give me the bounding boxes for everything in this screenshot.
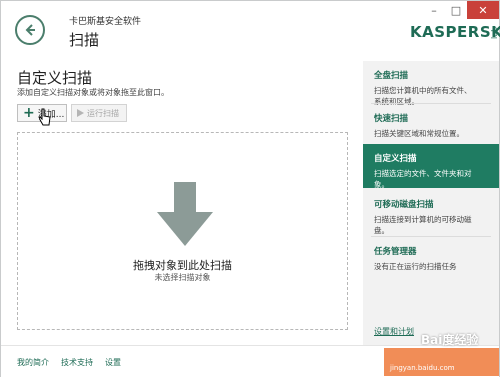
sidebar-item-removable-scan[interactable]: 可移动磁盘扫描 扫描连接到计算机的可移动磁 盘。	[363, 190, 499, 236]
sidebar-item-title: 快速扫描	[374, 114, 409, 124]
footer-link-settings[interactable]: 设置	[105, 357, 121, 368]
arrow-down-icon	[157, 182, 213, 246]
sidebar-item-full-scan[interactable]: 全盘扫描 扫描您计算机中的所有文件、 系统和区域。	[363, 61, 499, 106]
sidebar-item-custom-scan[interactable]: 自定义扫描 扫描选定的文件、文件夹和对 象。	[363, 144, 499, 189]
footer-link-support[interactable]: 技术支持	[61, 357, 93, 368]
drop-zone[interactable]: 拖拽对象到此处扫描 未选择扫描对象	[17, 132, 348, 330]
window-controls: – □ ✕	[423, 1, 499, 23]
restore-button[interactable]: □	[445, 1, 467, 19]
watermark-title: Bai度经验	[421, 333, 479, 347]
page-title: 扫描	[69, 31, 100, 49]
section-description: 添加自定义扫描对象或将对象拖至此窗口。	[17, 88, 169, 97]
footer-link-profile[interactable]: 我的简介	[17, 357, 49, 368]
mouse-cursor-icon	[39, 108, 51, 126]
play-icon	[77, 109, 84, 117]
app-subtitle: 卡巴斯基安全软件	[69, 17, 142, 27]
sidebar-item-desc: 扫描连接到计算机的可移动磁 盘。	[374, 215, 472, 235]
minimize-button[interactable]: –	[423, 1, 445, 19]
section-title: 自定义扫描	[17, 69, 93, 87]
sidebar-item-desc: 没有正在运行的扫描任务	[374, 262, 457, 271]
kaspersky-logo: KASPERSKY	[410, 23, 500, 41]
arrow-left-icon	[25, 24, 35, 36]
sidebar-item-desc: 扫描选定的文件、文件夹和对 象。	[374, 169, 472, 189]
drop-zone-subtitle: 未选择扫描对象	[154, 273, 211, 282]
sidebar-item-title: 全盘扫描	[374, 71, 409, 81]
app-window: 卡巴斯基安全软件 扫描 KASPERSKY lab – □ ✕ 自定义扫描 添加…	[0, 0, 500, 377]
sidebar-item-desc: 扫描关键区域和常规位置。	[374, 129, 464, 138]
drop-zone-title: 拖拽对象到此处扫描	[133, 259, 232, 272]
sidebar-item-quick-scan[interactable]: 快速扫描 扫描关键区域和常规位置。	[363, 104, 499, 142]
back-button[interactable]	[15, 15, 45, 45]
close-button[interactable]: ✕	[467, 1, 499, 19]
watermark: jingyan.baidu.com	[384, 348, 499, 376]
run-scan-label: 运行扫描	[87, 108, 119, 118]
settings-schedule-link[interactable]: 设置和计划	[374, 326, 414, 337]
plus-icon: +	[23, 105, 35, 121]
scan-type-sidebar: 全盘扫描 扫描您计算机中的所有文件、 系统和区域。 快速扫描 扫描关键区域和常规…	[363, 61, 499, 345]
run-scan-button[interactable]: 运行扫描	[71, 104, 127, 122]
sidebar-item-task-manager[interactable]: 任务管理器 没有正在运行的扫描任务	[363, 237, 499, 277]
sidebar-item-title: 任务管理器	[374, 247, 417, 257]
watermark-small: jingyan.baidu.com	[390, 364, 455, 372]
sidebar-item-title: 可移动磁盘扫描	[374, 200, 434, 210]
sidebar-item-title: 自定义扫描	[374, 154, 417, 164]
logo-lab: lab	[490, 26, 499, 39]
title-bar: 卡巴斯基安全软件 扫描 KASPERSKY lab – □ ✕	[1, 1, 500, 61]
